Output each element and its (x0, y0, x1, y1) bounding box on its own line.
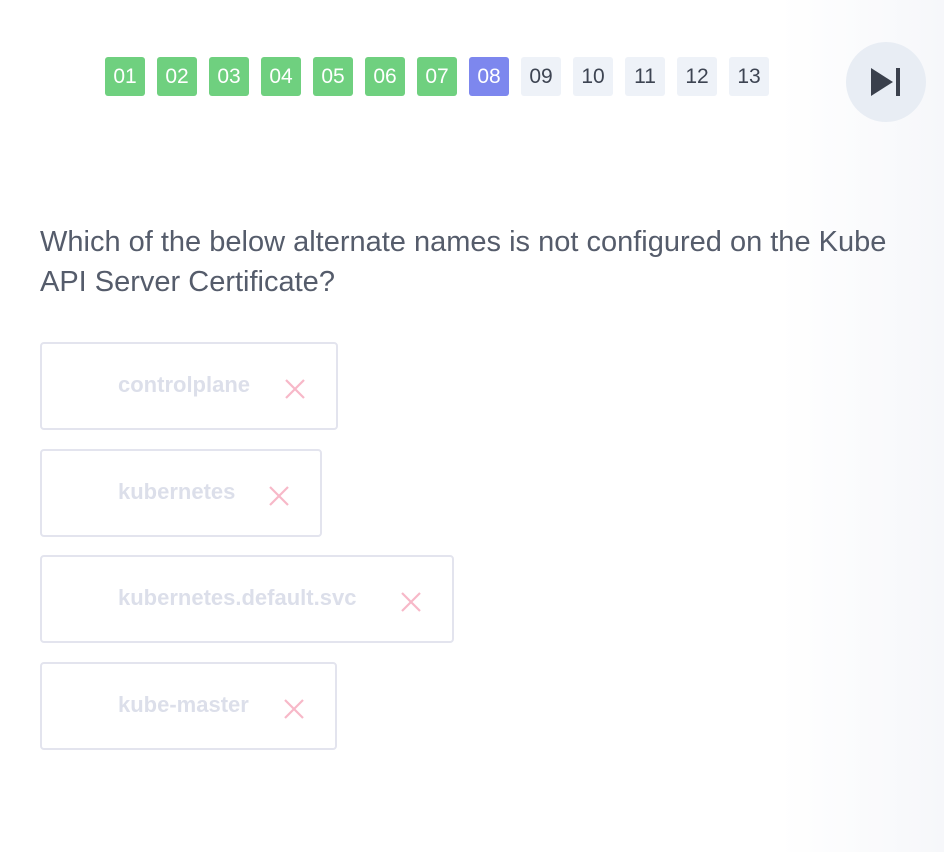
close-icon (284, 699, 304, 719)
skip-question-button[interactable] (846, 42, 926, 122)
question-nav-09[interactable]: 09 (521, 57, 561, 96)
question-nav-12[interactable]: 12 (677, 57, 717, 96)
question-nav-07[interactable]: 07 (417, 57, 457, 96)
option-label: controlplane (118, 372, 251, 397)
question-nav-11[interactable]: 11 (625, 57, 665, 96)
question-nav-04[interactable]: 04 (261, 57, 301, 96)
question-nav-06[interactable]: 06 (365, 57, 405, 96)
question-nav-02[interactable]: 02 (157, 57, 197, 96)
question-navigator: 01 02 03 04 05 06 07 08 09 10 11 12 13 (105, 57, 769, 96)
question-nav-03[interactable]: 03 (209, 57, 249, 96)
question-nav-05[interactable]: 05 (313, 57, 353, 96)
option-label: kube-master (118, 692, 249, 717)
option-label: kubernetes (118, 479, 236, 504)
question-text: Which of the below alternate names is no… (40, 226, 887, 298)
answer-option-kubernetes-default-svc[interactable]: kubernetes.default.svc (40, 555, 454, 643)
answer-option-kube-master[interactable]: kube-master (40, 662, 337, 750)
answer-option-kubernetes[interactable]: kubernetes (40, 449, 322, 537)
question-nav-10[interactable]: 10 (573, 57, 613, 96)
close-icon (269, 486, 289, 506)
question-nav-13[interactable]: 13 (729, 57, 769, 96)
question-nav-01[interactable]: 01 (105, 57, 145, 96)
quiz-page: 01 02 03 04 05 06 07 08 09 10 11 12 13 W… (0, 0, 944, 852)
close-icon (401, 592, 421, 612)
skip-next-icon (871, 68, 900, 96)
option-label: kubernetes.default.svc (118, 585, 357, 610)
question-nav-08[interactable]: 08 (469, 57, 509, 96)
close-icon (285, 379, 305, 399)
answer-option-controlplane[interactable]: controlplane (40, 342, 338, 430)
